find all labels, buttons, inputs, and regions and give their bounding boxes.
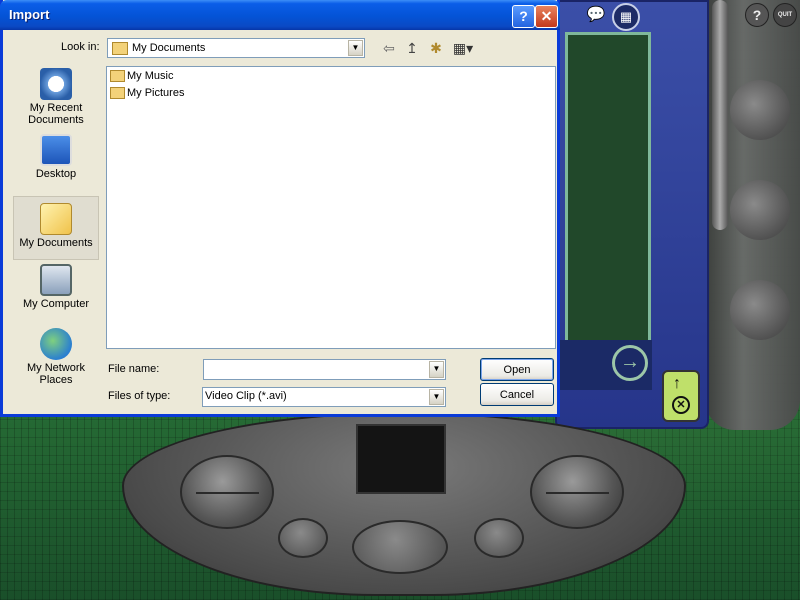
upload-arrow-icon: ↑ <box>673 375 681 392</box>
app-help-icon[interactable]: ? <box>745 3 769 27</box>
lookin-label: Look in: <box>61 41 100 53</box>
app-screen <box>565 32 651 343</box>
import-dialog: Import ? ✕ Look in: My Documents ▼ ⇦ ↥ ✱… <box>0 0 560 417</box>
my-computer-icon <box>40 264 72 296</box>
place-network-places[interactable]: My Network Places <box>13 328 99 386</box>
close-button[interactable]: ✕ <box>535 5 558 28</box>
folder-icon <box>112 42 128 55</box>
places-bar: My Recent Documents Desktop My Documents… <box>8 64 100 410</box>
list-item[interactable]: My Pictures <box>110 87 184 103</box>
side-knob[interactable] <box>730 80 790 140</box>
place-recent-documents[interactable]: My Recent Documents <box>13 68 99 126</box>
lookin-value: My Documents <box>132 42 206 54</box>
left-pad-button[interactable] <box>180 455 274 529</box>
place-label: My Computer <box>22 298 90 310</box>
right-pad-button[interactable] <box>530 455 624 529</box>
center-button[interactable] <box>352 520 448 574</box>
chat-icon[interactable]: 💬 <box>585 4 607 26</box>
desktop-icon <box>40 134 72 166</box>
recent-documents-icon <box>40 68 72 100</box>
folder-icon <box>110 87 125 100</box>
list-item[interactable]: My Music <box>110 70 173 86</box>
chevron-down-icon[interactable]: ▼ <box>429 361 444 378</box>
eject-icon: ✕ <box>672 396 690 414</box>
place-my-computer[interactable]: My Computer <box>13 264 99 310</box>
quit-icon[interactable]: QUIT <box>773 3 797 27</box>
help-button[interactable]: ? <box>512 5 535 28</box>
place-desktop[interactable]: Desktop <box>13 134 99 180</box>
side-knob[interactable] <box>730 180 790 240</box>
lookin-dropdown[interactable]: My Documents ▼ <box>107 38 365 58</box>
left-small-button[interactable] <box>278 518 328 558</box>
filetype-label: Files of type: <box>108 390 171 402</box>
back-icon[interactable]: ⇦ <box>380 38 398 58</box>
filename-label: File name: <box>108 363 160 375</box>
filename-field[interactable]: ▼ <box>203 359 446 380</box>
place-my-documents[interactable]: My Documents <box>13 196 99 260</box>
folder-icon <box>110 70 125 83</box>
open-button[interactable]: Open <box>480 358 554 381</box>
next-arrow-button[interactable]: → <box>612 345 648 381</box>
filetype-value: Video Clip (*.avi) <box>205 390 287 402</box>
console-screen <box>356 424 446 494</box>
dialog-titlebar[interactable]: Import ? ✕ <box>0 0 560 30</box>
filename-input[interactable] <box>204 360 430 379</box>
grid-icon[interactable]: ▦ <box>612 3 640 31</box>
chevron-down-icon[interactable]: ▼ <box>429 389 444 405</box>
up-folder-icon[interactable]: ↥ <box>403 38 421 58</box>
file-list[interactable]: My Music My Pictures <box>106 66 556 349</box>
side-knob[interactable] <box>730 280 790 340</box>
new-folder-icon[interactable]: ✱ <box>427 38 445 58</box>
right-small-button[interactable] <box>474 518 524 558</box>
place-label: My Network Places <box>26 362 86 386</box>
place-label: My Recent Documents <box>28 102 84 126</box>
view-menu-icon[interactable]: ▦▾ <box>450 38 476 58</box>
upload-button[interactable]: ↑ ✕ <box>662 370 700 422</box>
my-documents-icon <box>40 203 72 235</box>
app-antenna <box>712 0 728 230</box>
place-label: My Documents <box>19 237 93 249</box>
dialog-title: Import <box>9 7 50 22</box>
place-label: Desktop <box>35 168 77 180</box>
chevron-down-icon[interactable]: ▼ <box>348 40 363 56</box>
filetype-dropdown[interactable]: Video Clip (*.avi) ▼ <box>202 387 446 407</box>
cancel-button[interactable]: Cancel <box>480 383 554 406</box>
network-places-icon <box>40 328 72 360</box>
